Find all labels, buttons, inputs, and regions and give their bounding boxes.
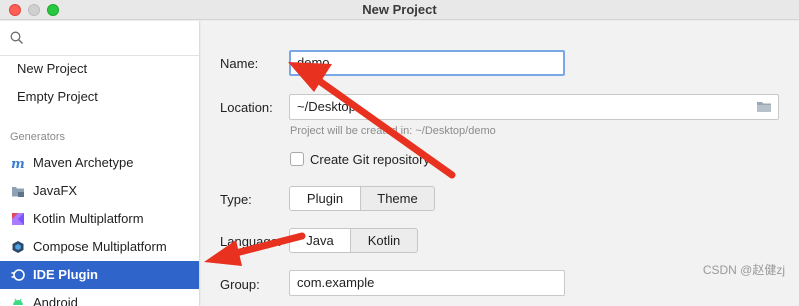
language-selector: Java Kotlin bbox=[289, 228, 418, 253]
watermark: CSDN @赵健zj bbox=[702, 263, 785, 277]
sidebar-item-label: IDE Plugin bbox=[33, 267, 98, 282]
sidebar-item-label: Kotlin Multiplatform bbox=[33, 211, 144, 226]
language-option-kotlin[interactable]: Kotlin bbox=[351, 229, 417, 252]
sidebar: New Project Empty Project Generators m M… bbox=[0, 21, 200, 306]
sidebar-item-kotlin-multiplatform[interactable]: Kotlin Multiplatform bbox=[0, 205, 199, 233]
ide-plugin-icon bbox=[11, 269, 25, 281]
window-title: New Project bbox=[362, 2, 437, 17]
maven-icon: m bbox=[11, 157, 25, 170]
sidebar-item-label: JavaFX bbox=[33, 183, 78, 198]
generators-group-label: Generators bbox=[10, 131, 66, 143]
name-field[interactable]: demo bbox=[289, 50, 565, 76]
title-bar: New Project bbox=[0, 0, 799, 20]
language-label: Language: bbox=[220, 234, 282, 249]
name-label: Name: bbox=[220, 56, 259, 71]
group-field[interactable]: com.example bbox=[289, 270, 565, 296]
search-icon bbox=[10, 31, 23, 44]
sidebar-item-maven-archetype[interactable]: m Maven Archetype bbox=[0, 149, 199, 177]
sidebar-search[interactable] bbox=[0, 21, 199, 56]
sidebar-item-label: Compose Multiplatform bbox=[33, 239, 167, 254]
android-icon bbox=[13, 298, 23, 305]
sidebar-item-empty-project[interactable]: Empty Project bbox=[0, 83, 199, 111]
type-option-plugin[interactable]: Plugin bbox=[290, 187, 361, 210]
location-hint: Project will be created in: ~/Desktop/de… bbox=[290, 125, 496, 137]
folder-icon[interactable] bbox=[756, 100, 772, 113]
type-label: Type: bbox=[220, 192, 252, 207]
language-option-java[interactable]: Java bbox=[290, 229, 351, 252]
sidebar-item-compose-multiplatform[interactable]: Compose Multiplatform bbox=[0, 233, 199, 261]
sidebar-item-label: Android bbox=[33, 295, 78, 306]
type-option-theme[interactable]: Theme bbox=[361, 187, 434, 210]
type-selector: Plugin Theme bbox=[289, 186, 435, 211]
sidebar-item-javafx[interactable]: JavaFX bbox=[0, 177, 199, 205]
sidebar-item-new-project[interactable]: New Project bbox=[0, 55, 199, 83]
svg-text:m: m bbox=[11, 157, 25, 170]
location-field[interactable]: ~/Desktop bbox=[289, 94, 779, 120]
group-label: Group: bbox=[220, 277, 260, 292]
git-repository-label[interactable]: Create Git repository bbox=[310, 152, 430, 167]
javafx-icon bbox=[12, 187, 24, 197]
location-label: Location: bbox=[220, 100, 273, 115]
kotlin-icon bbox=[12, 213, 24, 225]
location-value: ~/Desktop bbox=[297, 99, 356, 114]
sidebar-item-ide-plugin[interactable]: IDE Plugin bbox=[0, 261, 199, 289]
sidebar-item-android[interactable]: Android bbox=[0, 289, 199, 306]
git-repository-checkbox[interactable] bbox=[290, 152, 304, 166]
compose-icon bbox=[12, 241, 24, 253]
sidebar-item-label: Maven Archetype bbox=[33, 155, 134, 170]
